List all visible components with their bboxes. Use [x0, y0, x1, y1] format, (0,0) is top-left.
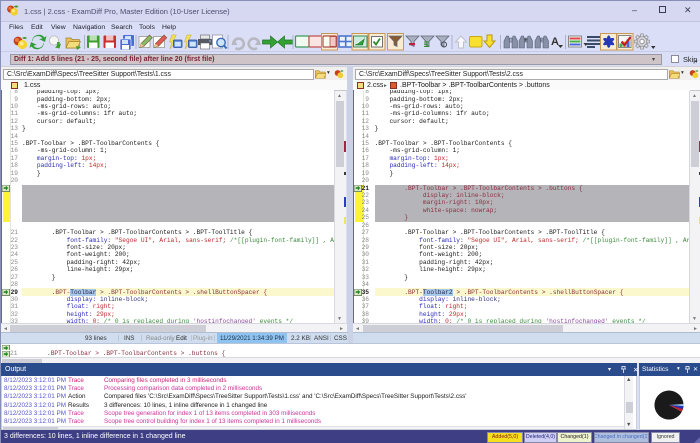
- svg-text:+: +: [524, 38, 528, 44]
- svg-text:A: A: [551, 36, 559, 48]
- svg-text:-: -: [540, 38, 542, 44]
